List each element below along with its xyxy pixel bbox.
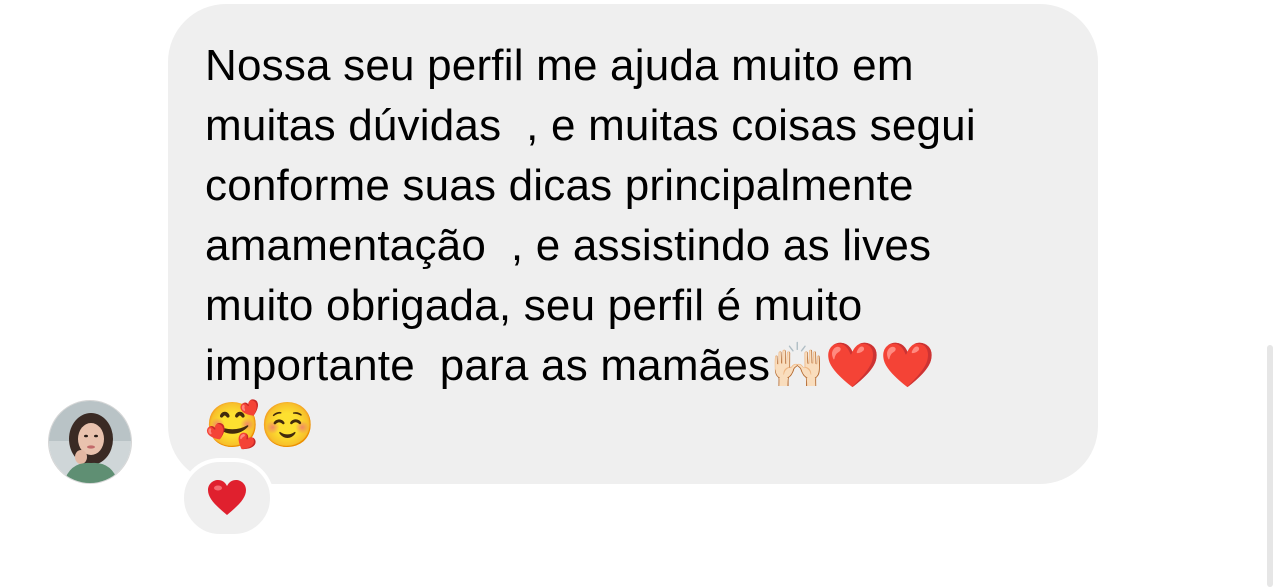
reaction-badge[interactable] bbox=[180, 458, 274, 538]
red-heart-icon bbox=[208, 480, 246, 515]
message-bubble[interactable]: Nossa seu perfil me ajuda muito em muita… bbox=[168, 4, 1098, 484]
message-text: Nossa seu perfil me ajuda muito em muita… bbox=[205, 41, 976, 450]
chat-thread: Nossa seu perfil me ajuda muito em muita… bbox=[0, 0, 1284, 587]
scrollbar[interactable] bbox=[1267, 345, 1273, 587]
sender-avatar[interactable] bbox=[48, 400, 132, 484]
profile-photo-icon bbox=[49, 401, 131, 483]
